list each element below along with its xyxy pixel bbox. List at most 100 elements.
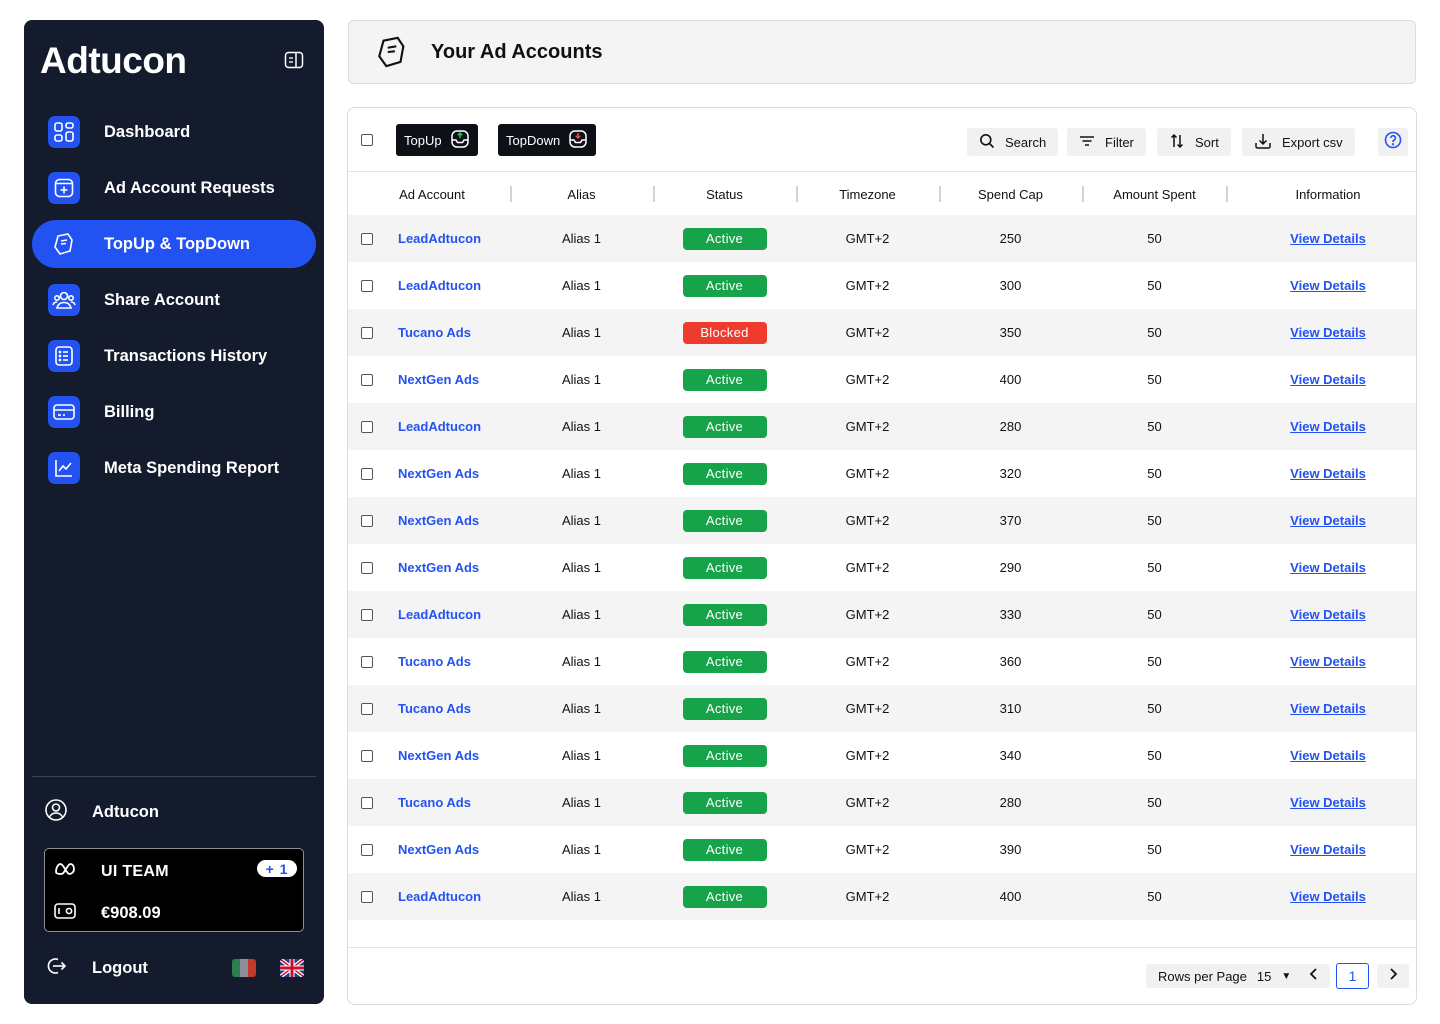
table-row: LeadAdtucon Alias 1 Active GMT+2 280 50 View D… [348, 403, 1416, 450]
filter-icon [1079, 134, 1095, 151]
view-details-link[interactable]: View Details [1290, 842, 1366, 857]
row-checkbox[interactable] [361, 515, 373, 527]
status-badge: Active [682, 838, 767, 861]
money-hand-icon [48, 228, 80, 260]
timezone-cell: GMT+2 [845, 795, 890, 810]
wallet-balance: €908.09 [101, 904, 161, 922]
row-checkbox[interactable] [361, 374, 373, 386]
row-checkbox[interactable] [361, 609, 373, 621]
alias-cell: Alias 1 [561, 889, 602, 904]
sort-button[interactable]: Sort [1157, 128, 1231, 156]
column-header-spend-cap[interactable]: Spend Cap [940, 173, 1081, 215]
prev-page-button[interactable] [1298, 964, 1330, 988]
page-number-current[interactable]: 1 [1336, 963, 1369, 989]
filter-button[interactable]: Filter [1067, 128, 1146, 156]
users-icon [48, 284, 80, 316]
row-checkbox[interactable] [361, 562, 373, 574]
select-all-checkbox[interactable] [361, 134, 373, 146]
view-details-link[interactable]: View Details [1290, 748, 1366, 763]
status-badge: Active [682, 415, 767, 438]
uk-flag-icon[interactable] [280, 959, 304, 977]
information-cell: View Details [1228, 732, 1416, 779]
topup-button[interactable]: TopUp [396, 124, 478, 156]
timezone-cell: GMT+2 [845, 372, 890, 387]
table-row: LeadAdtucon Alias 1 Active GMT+2 400 50 View D… [348, 873, 1416, 920]
topup-tray-icon [450, 129, 470, 152]
column-header-amount-spent[interactable]: Amount Spent [1083, 173, 1226, 215]
team-count-badge[interactable]: + 1 [257, 860, 297, 877]
table-header: Ad Account Alias Status Timezone Spend C… [348, 173, 1416, 215]
column-header-alias[interactable]: Alias [511, 173, 652, 215]
spend-cap-cell: 280 [999, 795, 1022, 810]
information-cell: View Details [1228, 638, 1416, 685]
sidebar-item-share-account[interactable]: Share Account [32, 276, 316, 324]
view-details-link[interactable]: View Details [1290, 513, 1366, 528]
column-header-information[interactable]: Information [1228, 173, 1416, 215]
status-cell: Active [654, 638, 795, 685]
italian-flag-icon[interactable] [232, 959, 256, 977]
view-details-link[interactable]: View Details [1290, 654, 1366, 669]
status-cell: Active [654, 826, 795, 873]
row-checkbox[interactable] [361, 703, 373, 715]
row-checkbox[interactable] [361, 844, 373, 856]
row-checkbox[interactable] [361, 797, 373, 809]
column-header-status[interactable]: Status [654, 173, 795, 215]
search-button[interactable]: Search [967, 128, 1059, 156]
spend-cap-cell: 300 [999, 278, 1022, 293]
logout-button[interactable]: Logout [44, 954, 148, 983]
column-header-ad-account[interactable]: Ad Account [376, 173, 488, 215]
sidebar-item-dashboard[interactable]: Dashboard [32, 108, 316, 156]
view-details-link[interactable]: View Details [1290, 795, 1366, 810]
timezone-cell: GMT+2 [845, 466, 890, 481]
view-details-link[interactable]: View Details [1290, 889, 1366, 904]
row-checkbox[interactable] [361, 327, 373, 339]
view-details-link[interactable]: View Details [1290, 419, 1366, 434]
search-label: Search [1005, 134, 1047, 150]
alias-cell: Alias 1 [561, 701, 602, 716]
view-details-link[interactable]: View Details [1290, 278, 1366, 293]
row-checkbox[interactable] [361, 891, 373, 903]
spend-cap-cell: 340 [999, 748, 1022, 763]
status-badge: Active [682, 462, 767, 485]
timezone-cell: GMT+2 [845, 278, 890, 293]
help-button[interactable] [1378, 128, 1408, 156]
export-csv-button[interactable]: Export csv [1242, 128, 1355, 156]
view-details-link[interactable]: View Details [1290, 701, 1366, 716]
profile[interactable]: Adtucon [44, 798, 159, 827]
row-checkbox[interactable] [361, 468, 373, 480]
row-checkbox[interactable] [361, 233, 373, 245]
sort-icon [1169, 133, 1185, 152]
spend-cap-cell: 280 [999, 419, 1022, 434]
topdown-button[interactable]: TopDown [498, 124, 597, 156]
amount-spent-cell: 50 [1147, 654, 1162, 669]
sidebar-item-meta-spending-report[interactable]: Meta Spending Report [32, 444, 316, 492]
collapse-sidebar-icon[interactable] [284, 51, 304, 69]
row-checkbox[interactable] [361, 421, 373, 433]
sidebar-item-billing[interactable]: Billing [32, 388, 316, 436]
rows-per-page-select[interactable]: Rows per Page 15 ▼ [1146, 964, 1304, 988]
information-cell: View Details [1228, 262, 1416, 309]
sidebar-nav: Dashboard Ad Account Requests TopUp & To… [32, 108, 316, 500]
view-details-link[interactable]: View Details [1290, 607, 1366, 622]
sidebar-item-ad-account-requests[interactable]: Ad Account Requests [32, 164, 316, 212]
alias-cell: Alias 1 [561, 513, 602, 528]
view-details-link[interactable]: View Details [1290, 560, 1366, 575]
row-checkbox[interactable] [361, 656, 373, 668]
sort-label: Sort [1195, 134, 1219, 150]
next-page-button[interactable] [1377, 964, 1409, 988]
card-icon [48, 396, 80, 428]
sidebar-item-topup-topdown[interactable]: TopUp & TopDown [32, 220, 316, 268]
view-details-link[interactable]: View Details [1290, 231, 1366, 246]
amount-spent-cell: 50 [1147, 701, 1162, 716]
team-card[interactable]: UI TEAM + 1 €908.09 [44, 848, 304, 932]
view-details-link[interactable]: View Details [1290, 466, 1366, 481]
view-details-link[interactable]: View Details [1290, 372, 1366, 387]
view-details-link[interactable]: View Details [1290, 325, 1366, 340]
row-checkbox[interactable] [361, 750, 373, 762]
column-header-timezone[interactable]: Timezone [797, 173, 938, 215]
ad-accounts-panel: TopUp TopDown Search Filter Sort Export … [347, 107, 1417, 1005]
row-checkbox[interactable] [361, 280, 373, 292]
status-cell: Active [654, 450, 795, 497]
sidebar-item-transactions-history[interactable]: Transactions History [32, 332, 316, 380]
chevron-right-icon [1388, 967, 1398, 985]
